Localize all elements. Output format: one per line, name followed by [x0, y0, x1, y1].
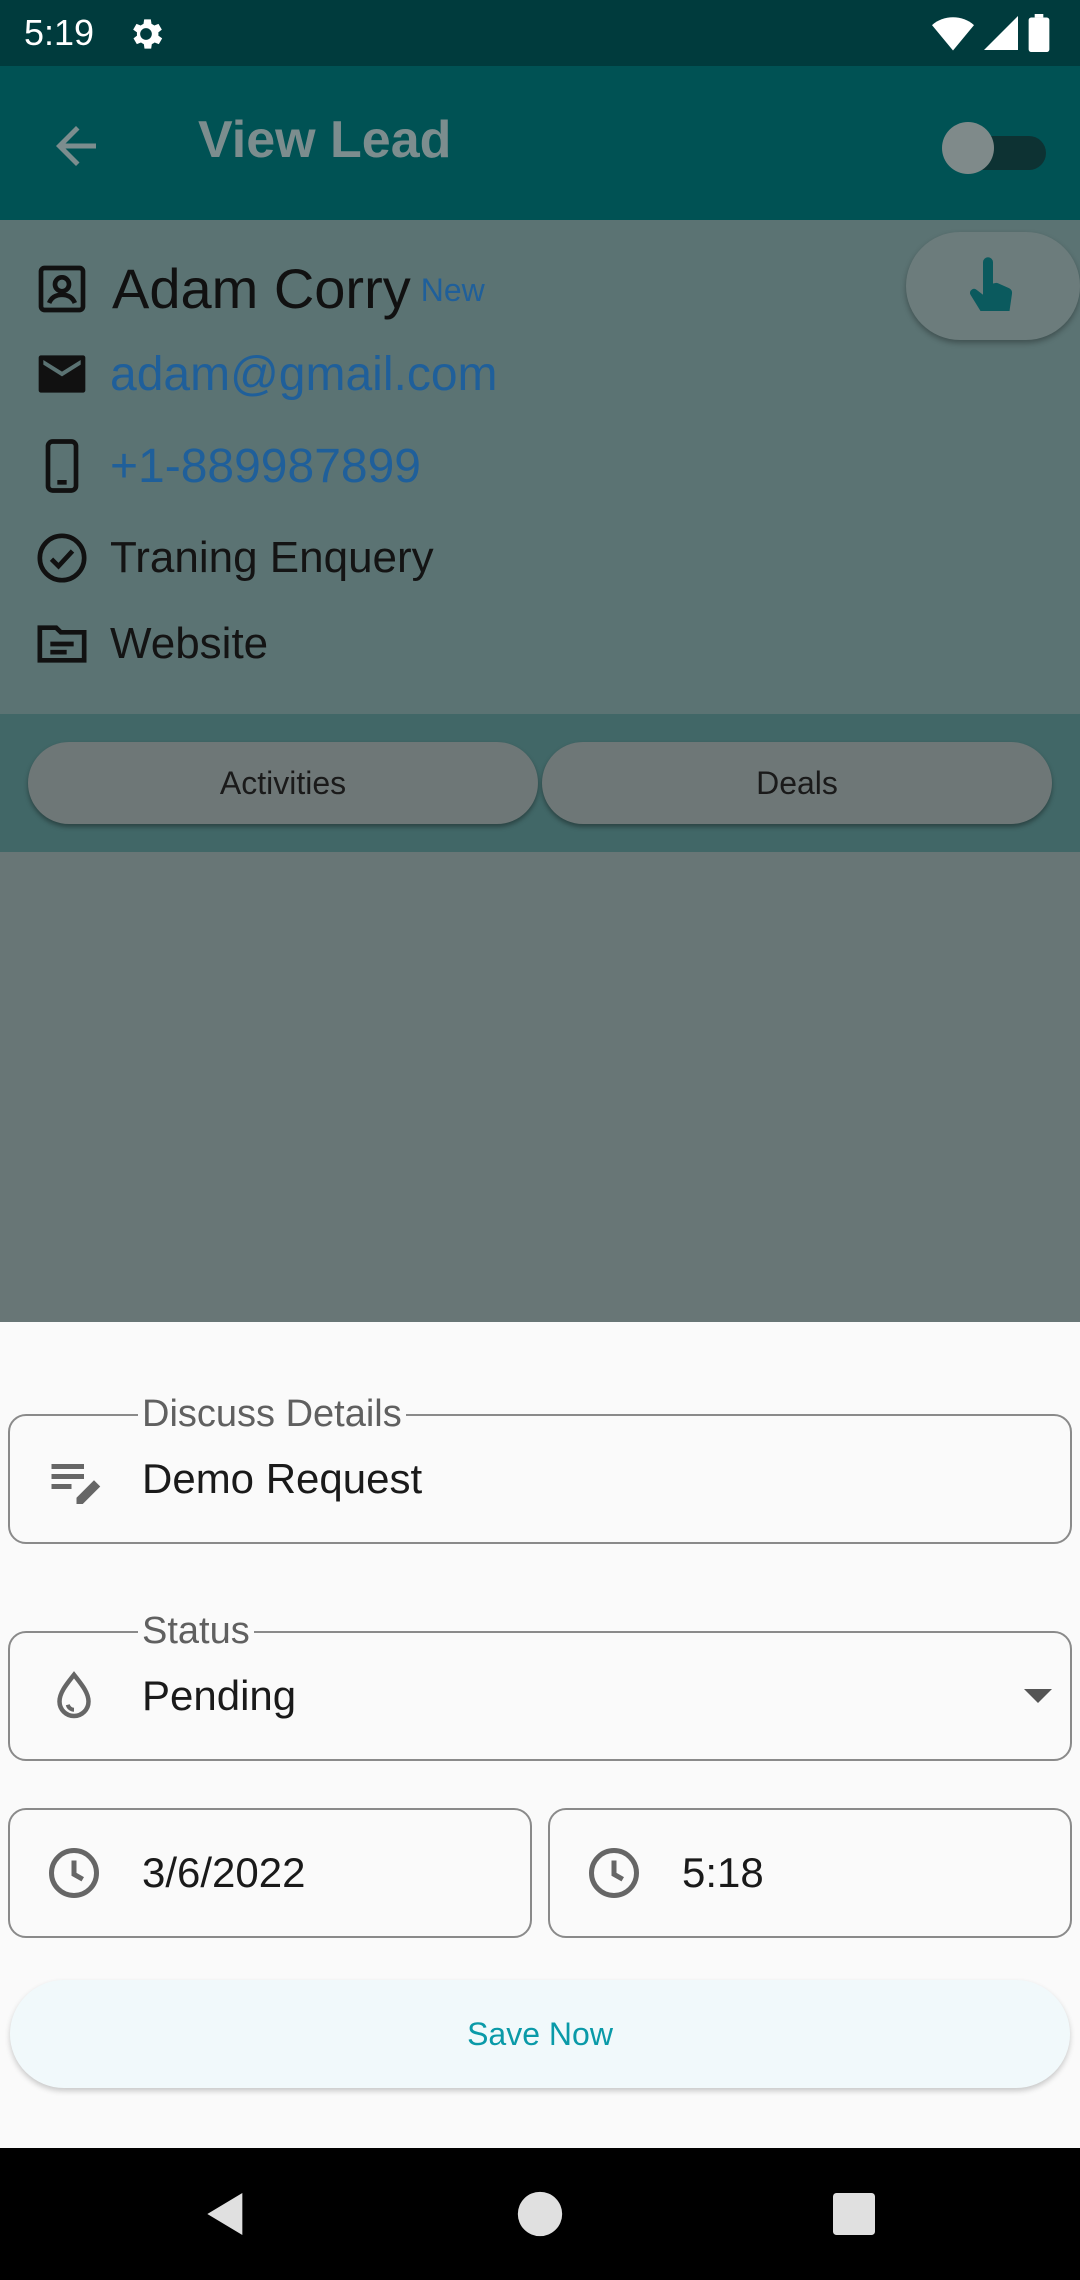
- battery-icon: [1028, 14, 1050, 52]
- app-bar: View Lead: [0, 66, 1080, 220]
- drop-icon: [57, 1671, 91, 1719]
- tab-deals[interactable]: Deals: [542, 742, 1052, 824]
- discuss-details-value: Demo Request: [142, 1455, 423, 1502]
- status-label: Status: [138, 1609, 254, 1653]
- touch-action-button[interactable]: [906, 232, 1080, 340]
- tabs-bar: Activities Deals: [0, 714, 1080, 852]
- toggle-thumb: [942, 122, 994, 174]
- status-bar: 5:19: [0, 0, 1080, 66]
- discuss-details-label: Discuss Details: [138, 1392, 406, 1436]
- lead-source: Website: [110, 619, 269, 668]
- notes-edit-icon: [51, 1464, 101, 1504]
- phone-icon: [45, 439, 79, 493]
- date-field[interactable]: 3/6/2022: [8, 1808, 532, 1938]
- chevron-down-icon: [1024, 1689, 1052, 1703]
- lead-email-row[interactable]: adam@gmail.com: [34, 346, 498, 402]
- settings-gear-icon: [133, 19, 163, 49]
- status-time: 5:19: [24, 12, 95, 53]
- lead-source-row: Website: [34, 616, 268, 672]
- contact-card-icon: [38, 265, 86, 312]
- lead-name: Adam Corry: [112, 257, 411, 320]
- nav-back-icon[interactable]: [198, 2186, 254, 2242]
- content-scrim[interactable]: [0, 852, 1080, 1322]
- nav-recents-icon[interactable]: [826, 2186, 882, 2242]
- discuss-details-field[interactable]: Discuss Details Demo Request: [8, 1392, 1072, 1544]
- save-now-button[interactable]: Save Now: [10, 1980, 1070, 2088]
- back-arrow-icon[interactable]: [46, 116, 106, 176]
- date-value: 3/6/2022: [142, 1849, 306, 1896]
- lead-name-row: Adam Corry New: [34, 256, 485, 321]
- folder-icon: [37, 625, 87, 663]
- wifi-icon: [932, 17, 974, 51]
- clock-icon: [49, 1848, 99, 1898]
- tap-hand-icon: [970, 257, 1013, 311]
- lead-phone-link[interactable]: +1-889987899: [110, 439, 421, 494]
- lead-phone-row[interactable]: +1-889987899: [34, 438, 421, 494]
- page-title: View Lead: [198, 111, 452, 169]
- system-nav-bar: [0, 2148, 1080, 2280]
- status-icons: [932, 14, 1050, 52]
- lead-email-link[interactable]: adam@gmail.com: [110, 347, 498, 402]
- tab-activities[interactable]: Activities: [28, 742, 538, 824]
- signal-icon: [984, 16, 1018, 50]
- time-field[interactable]: 5:18: [548, 1808, 1072, 1938]
- lead-status-badge: New: [420, 272, 485, 308]
- lead-purpose-row: Traning Enquery: [34, 530, 434, 586]
- email-icon: [38, 355, 86, 393]
- check-circle-icon: [37, 533, 87, 583]
- lead-purpose: Traning Enquery: [110, 533, 434, 582]
- time-value: 5:18: [682, 1849, 764, 1896]
- nav-home-icon[interactable]: [512, 2186, 568, 2242]
- status-dropdown[interactable]: Status Pending: [8, 1609, 1072, 1761]
- clock-icon: [589, 1848, 639, 1898]
- status-value: Pending: [142, 1672, 297, 1719]
- mode-toggle[interactable]: [942, 120, 1046, 176]
